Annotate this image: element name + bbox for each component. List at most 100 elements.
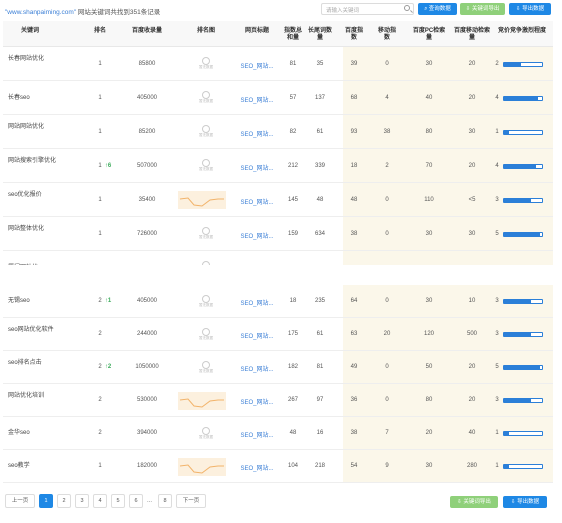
mobile_idx-cell: 0 [385, 364, 389, 370]
baidu_idx-cell: 39 [350, 60, 358, 67]
page-title-link[interactable]: SEO_网站... [235, 463, 279, 472]
mob-cell: 20 [468, 94, 476, 101]
rank-cell: 1 [98, 196, 102, 203]
column-header: 百度收录量 [131, 28, 162, 34]
indexed-cell: 182000 [136, 463, 158, 469]
page-title-link[interactable]: SEO_网站... [235, 430, 279, 439]
mobile_idx-cell: 0 [385, 397, 389, 403]
baidu_idx-cell: 53 [343, 265, 365, 266]
page-title-link[interactable]: SEO_网站... [235, 298, 279, 307]
bid-level-fill [504, 399, 531, 402]
page-title-link[interactable]: SEO_网站... [235, 163, 279, 172]
mobile_idx-cell: 38 [383, 128, 391, 135]
keyword-cell[interactable]: 网站整体优化 [8, 225, 56, 234]
keyword-cell[interactable]: 长春网站优化 [8, 55, 56, 64]
longtail-cell: 61 [316, 128, 324, 135]
table-row: seo教学 1 182000 SEO_网站... 104 218 54 9 30 280 1 [3, 450, 553, 483]
keyword-cell[interactable]: 金华seo [8, 429, 56, 438]
baidu_idx-cell: 38 [350, 230, 358, 237]
table-header: 关键词 排名 百度收录量 排名图 网页标题 指数总和量 长尾词数量 百度指数 移动指数 百度PC检… [3, 21, 553, 47]
page-title-link[interactable]: SEO_网站... [235, 231, 279, 240]
bid-level-fill [504, 366, 541, 369]
page-title-link[interactable]: SEO_网站... [235, 129, 279, 138]
page-button[interactable]: 6 [129, 494, 143, 508]
no-data-placeholder: 暂无数据 [194, 360, 218, 375]
bid-level-value: 4 [495, 94, 499, 101]
keyword-export-label: 关键词导出 [471, 6, 500, 12]
keyword-cell[interactable]: seo优化报价 [8, 191, 56, 200]
rank-cell: 2 [98, 331, 102, 337]
keyword-cell[interactable]: 网站网站优化 [8, 123, 56, 132]
indexed-cell: 244000 [136, 331, 158, 337]
export-data-button[interactable]: ⇩ 导出数据 [509, 3, 551, 15]
page-title-link[interactable]: SEO_网站... [235, 197, 279, 206]
page-title-link[interactable]: SEO_网站... [235, 364, 279, 373]
baidu_idx-cell: 38 [350, 430, 358, 436]
page-button[interactable]: 4 [93, 494, 107, 508]
keyword-table-upper: 关键词 排名 百度收录量 排名图 网页标题 指数总和量 长尾词数量 百度指数 移动指数 百度PC检… [3, 21, 553, 265]
page-title-link[interactable]: SEO_网站... [235, 265, 279, 266]
rank-trend-chart [178, 457, 226, 476]
rank-cell: 2 [98, 397, 102, 403]
longtail-cell: 61 [316, 331, 324, 337]
rank-change: ↑1 [104, 298, 112, 304]
table-row: 长春seo 1 405000 暂无数据 SEO_网站... 57 137 68 4 40 20 4 [3, 81, 553, 115]
page-title-link[interactable]: SEO_网站... [235, 397, 279, 406]
table-row: seo优化报价 1 35400 SEO_网站... 145 48 48 0 110 <5 3 [3, 183, 553, 217]
keyword-cell[interactable]: 厦门网站优 [8, 264, 56, 266]
page-button[interactable]: 3 [75, 494, 89, 508]
table-row: 无锡seo 2 ↑1 405000 暂无数据 SEO_网站... 18 235 64 0 30 10 3 [3, 285, 553, 318]
keyword-cell[interactable]: 网站搜索引擎优化 [8, 157, 56, 166]
bid-level-bar [503, 231, 543, 237]
no-data-icon [202, 125, 210, 133]
record-count-title: 网站关键词共找到351条记录 [77, 9, 161, 16]
bid-level-bar [503, 332, 543, 337]
no-data-placeholder: 暂无数据 [194, 227, 218, 241]
total-cell: 145 [287, 196, 298, 203]
indexed-cell: 405000 [136, 94, 158, 101]
search-icon[interactable] [404, 5, 410, 11]
baidu_idx-cell: 48 [350, 196, 358, 203]
page-button[interactable]: 1 [39, 494, 53, 508]
no-data-icon [202, 261, 210, 265]
rank-cell: 2 [98, 430, 102, 436]
longtail-cell: 97 [316, 397, 324, 403]
table-row: 网站网站优化 1 85200 暂无数据 SEO_网站... 82 61 93 38 80 30 1 [3, 115, 553, 149]
export-data-label: 导出数据 [522, 6, 545, 12]
last-page-button[interactable]: 8 [158, 494, 172, 508]
column-header: 百度移动检索量 [453, 28, 490, 41]
keyword-cell[interactable]: 网站优化培训 [8, 392, 56, 401]
prev-page-button[interactable]: 上一页 [5, 494, 35, 508]
keyword-search-input[interactable]: 请输入关键词 [321, 3, 414, 15]
no-data-icon [202, 159, 210, 167]
next-page-button[interactable]: 下一页 [176, 494, 206, 508]
page-button[interactable]: 2 [57, 494, 71, 508]
keyword-cell[interactable]: 长春seo [8, 94, 56, 103]
footer-export-button[interactable]: ⇩ 导出数据 [503, 496, 547, 508]
bid-level-fill [504, 96, 539, 100]
bid-level-bar [503, 197, 543, 203]
total-cell: 48 [289, 430, 297, 436]
table-body: 长春网站优化 1 85800 暂无数据 SEO_网站... 81 35 39 0 30 20 2 长春s… [3, 47, 553, 265]
footer-keyword-export-button[interactable]: ⇩ 关键词导出 [450, 496, 498, 508]
pc-cell: 30 [411, 265, 447, 266]
query-button[interactable]: ⌕ 查询数据 [418, 3, 457, 15]
pc-cell: 40 [425, 94, 433, 101]
no-data-label: 暂无数据 [199, 302, 213, 307]
rank-cell: 1 [98, 60, 102, 67]
pc-cell: 50 [425, 364, 433, 370]
page-title-link[interactable]: SEO_网站... [235, 331, 279, 340]
bid-level-value: 3 [493, 265, 501, 266]
keyword-cell[interactable]: seo排名点击 [8, 359, 56, 368]
keyword-cell[interactable]: seo网站优化软件 [8, 326, 56, 335]
page-title-link[interactable]: SEO_网站... [235, 61, 279, 70]
no-data-label: 暂无数据 [199, 133, 213, 137]
page-button[interactable]: 5 [111, 494, 125, 508]
page-title-link[interactable]: SEO_网站... [235, 95, 279, 104]
keyword-export-button[interactable]: ⇩ 关键词导出 [460, 3, 505, 15]
keyword-cell[interactable]: 无锡seo [8, 297, 56, 306]
mobile_idx-cell: 9 [385, 463, 389, 469]
keyword-cell[interactable]: seo教学 [8, 462, 56, 471]
column-header: 指数总和量 [284, 28, 303, 41]
bid-level-value: 3 [495, 298, 499, 304]
